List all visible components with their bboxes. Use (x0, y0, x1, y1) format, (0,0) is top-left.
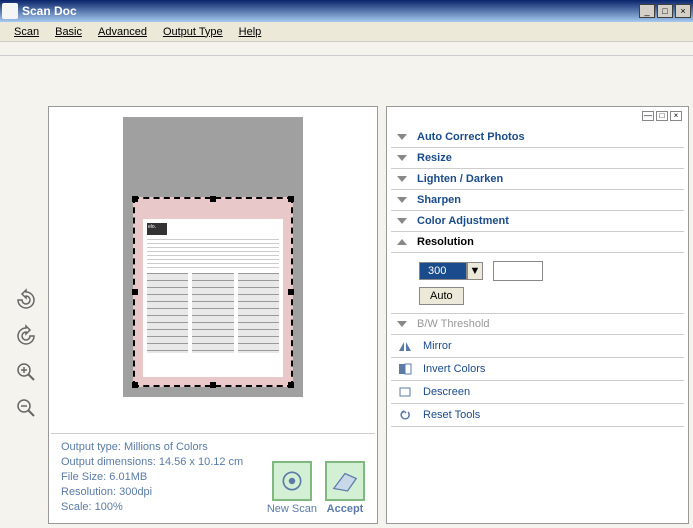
menu-scan[interactable]: Scan (6, 24, 47, 40)
rotate-ccw-icon[interactable] (12, 286, 40, 314)
resolution-controls: 300 ▼ Auto (391, 253, 684, 314)
reset-icon (397, 408, 413, 422)
crop-handle-bl[interactable] (132, 382, 138, 388)
info-scale: Scale: 100% (61, 500, 267, 515)
resolution-select[interactable]: 300 ▼ (419, 262, 483, 280)
setting-lighten-darken[interactable]: Lighten / Darken (391, 169, 684, 190)
crop-handle-br[interactable] (288, 382, 294, 388)
menu-output-type[interactable]: Output Type (155, 24, 231, 40)
accept-icon (325, 461, 365, 501)
menu-basic[interactable]: Basic (47, 24, 90, 40)
setting-resize[interactable]: Resize (391, 148, 684, 169)
crop-handle-tc[interactable] (210, 196, 216, 202)
chevron-down-icon (397, 134, 407, 140)
chevron-down-icon (397, 218, 407, 224)
preview-area: elo. (51, 109, 375, 433)
info-bar: Output type: Millions of Colors Output d… (51, 433, 375, 521)
crop-handle-tr[interactable] (288, 196, 294, 202)
preview-panel: elo. Output type: Millions of Colors Out… (48, 106, 378, 524)
setting-color-adjustment[interactable]: Color Adjustment (391, 211, 684, 232)
setting-resolution[interactable]: Resolution (391, 232, 684, 253)
panel-maximize-icon[interactable]: □ (656, 111, 668, 121)
crop-handle-bc[interactable] (210, 382, 216, 388)
crop-handle-ml[interactable] (132, 289, 138, 295)
toolbar-strip (0, 42, 693, 56)
rotate-cw-icon[interactable] (12, 322, 40, 350)
close-button[interactable]: × (675, 4, 691, 18)
panel-close-icon[interactable]: × (670, 111, 682, 121)
resolution-value: 300 (419, 262, 467, 280)
maximize-button[interactable]: □ (657, 4, 673, 18)
crop-region[interactable]: elo. (133, 197, 293, 387)
setting-mirror[interactable]: Mirror (391, 335, 684, 358)
chevron-up-icon (397, 239, 407, 245)
settings-panel: — □ × Auto Correct Photos Resize Lighten… (386, 106, 689, 524)
setting-invert-colors[interactable]: Invert Colors (391, 358, 684, 381)
accept-label: Accept (327, 503, 364, 515)
crop-handle-tl[interactable] (132, 196, 138, 202)
setting-bw-threshold: B/W Threshold (391, 314, 684, 335)
descreen-icon (397, 385, 413, 399)
zoom-in-icon[interactable] (12, 358, 40, 386)
new-scan-label: New Scan (267, 503, 317, 515)
zoom-out-icon[interactable] (12, 394, 40, 422)
accept-button[interactable]: Accept (325, 461, 365, 515)
new-scan-icon (272, 461, 312, 501)
info-output-type: Output type: Millions of Colors (61, 440, 267, 455)
left-toolbar (4, 106, 48, 524)
new-scan-button[interactable]: New Scan (267, 461, 317, 515)
chevron-down-icon (397, 155, 407, 161)
document-thumbnail: elo. (143, 219, 283, 377)
panel-minimize-icon[interactable]: — (642, 111, 654, 121)
scan-preview[interactable]: elo. (123, 117, 303, 397)
chevron-down-icon (397, 197, 407, 203)
setting-reset-tools[interactable]: Reset Tools (391, 404, 684, 427)
setting-auto-correct[interactable]: Auto Correct Photos (391, 127, 684, 148)
title-bar: Scan Doc _ □ × (0, 0, 693, 22)
dropdown-arrow-icon[interactable]: ▼ (467, 262, 483, 280)
menu-bar: Scan Basic Advanced Output Type Help (0, 22, 693, 42)
info-dimensions: Output dimensions: 14.56 x 10.12 cm (61, 455, 267, 470)
app-icon (2, 3, 18, 19)
info-resolution: Resolution: 300dpi (61, 485, 267, 500)
setting-sharpen[interactable]: Sharpen (391, 190, 684, 211)
menu-help[interactable]: Help (231, 24, 270, 40)
invert-icon (397, 362, 413, 376)
doc-logo: elo. (147, 223, 167, 235)
chevron-down-icon (397, 321, 407, 327)
mirror-icon (397, 339, 413, 353)
window-title: Scan Doc (22, 4, 639, 18)
crop-handle-mr[interactable] (288, 289, 294, 295)
resolution-input[interactable] (493, 261, 543, 281)
info-file-size: File Size: 6.01MB (61, 470, 267, 485)
chevron-down-icon (397, 176, 407, 182)
minimize-button[interactable]: _ (639, 4, 655, 18)
setting-descreen[interactable]: Descreen (391, 381, 684, 404)
menu-advanced[interactable]: Advanced (90, 24, 155, 40)
auto-button[interactable]: Auto (419, 287, 464, 305)
